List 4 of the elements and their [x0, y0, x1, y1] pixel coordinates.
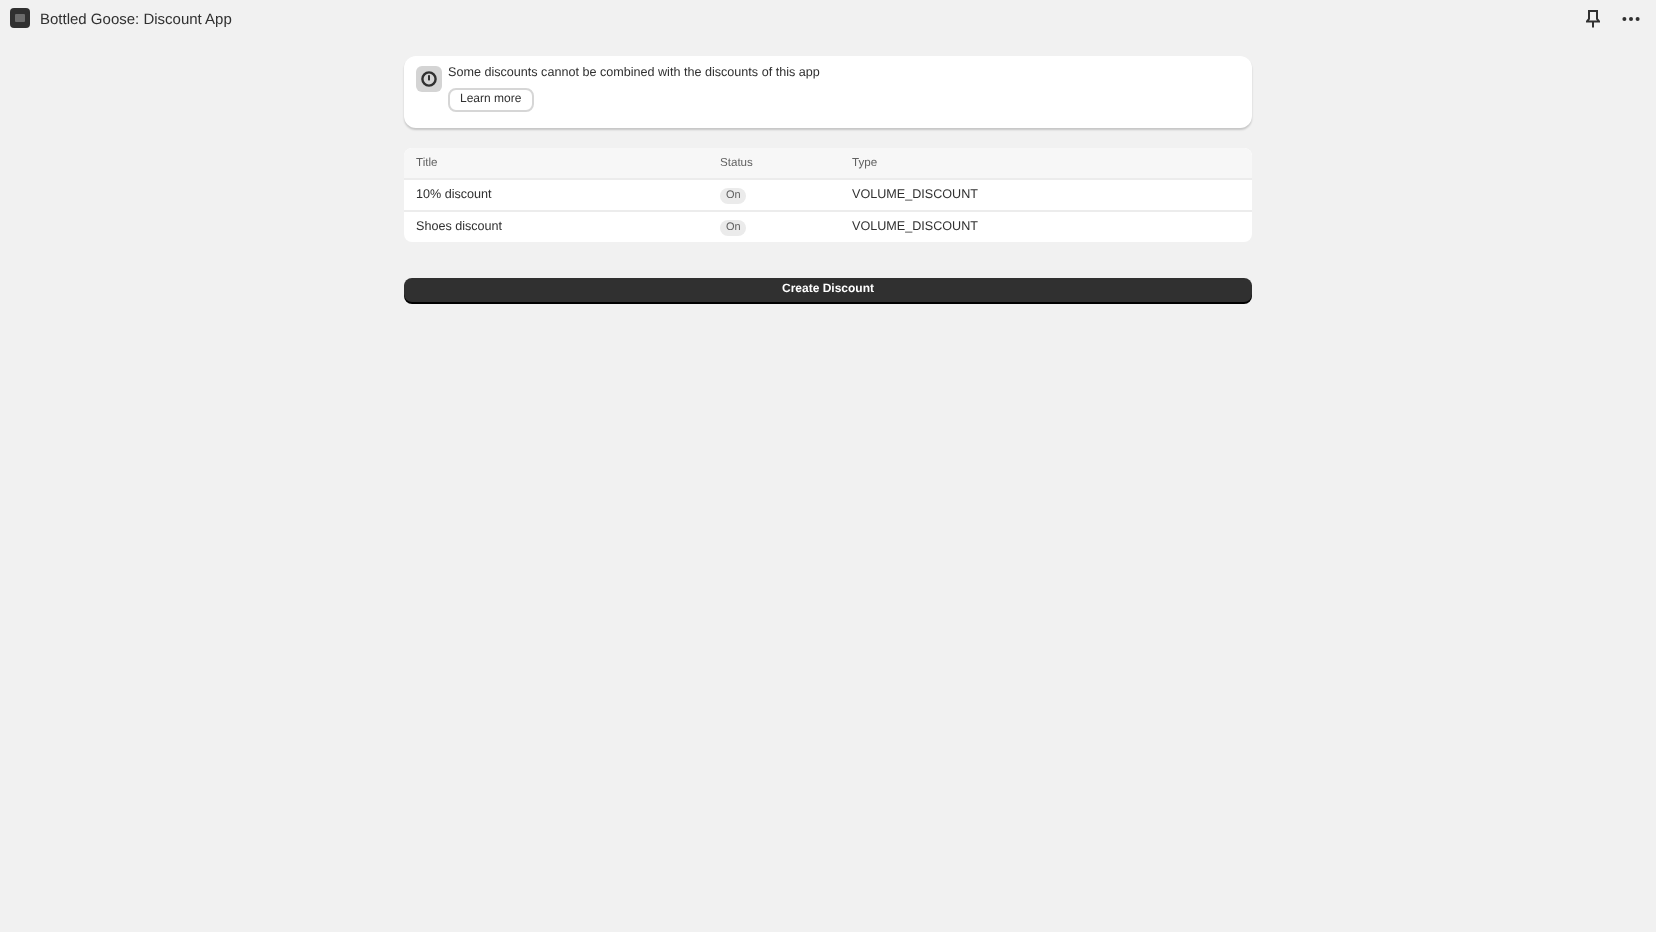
pin-icon[interactable]	[1586, 9, 1600, 27]
info-icon	[416, 66, 442, 92]
more-icon[interactable]	[1622, 15, 1640, 21]
app-icon	[10, 8, 30, 28]
